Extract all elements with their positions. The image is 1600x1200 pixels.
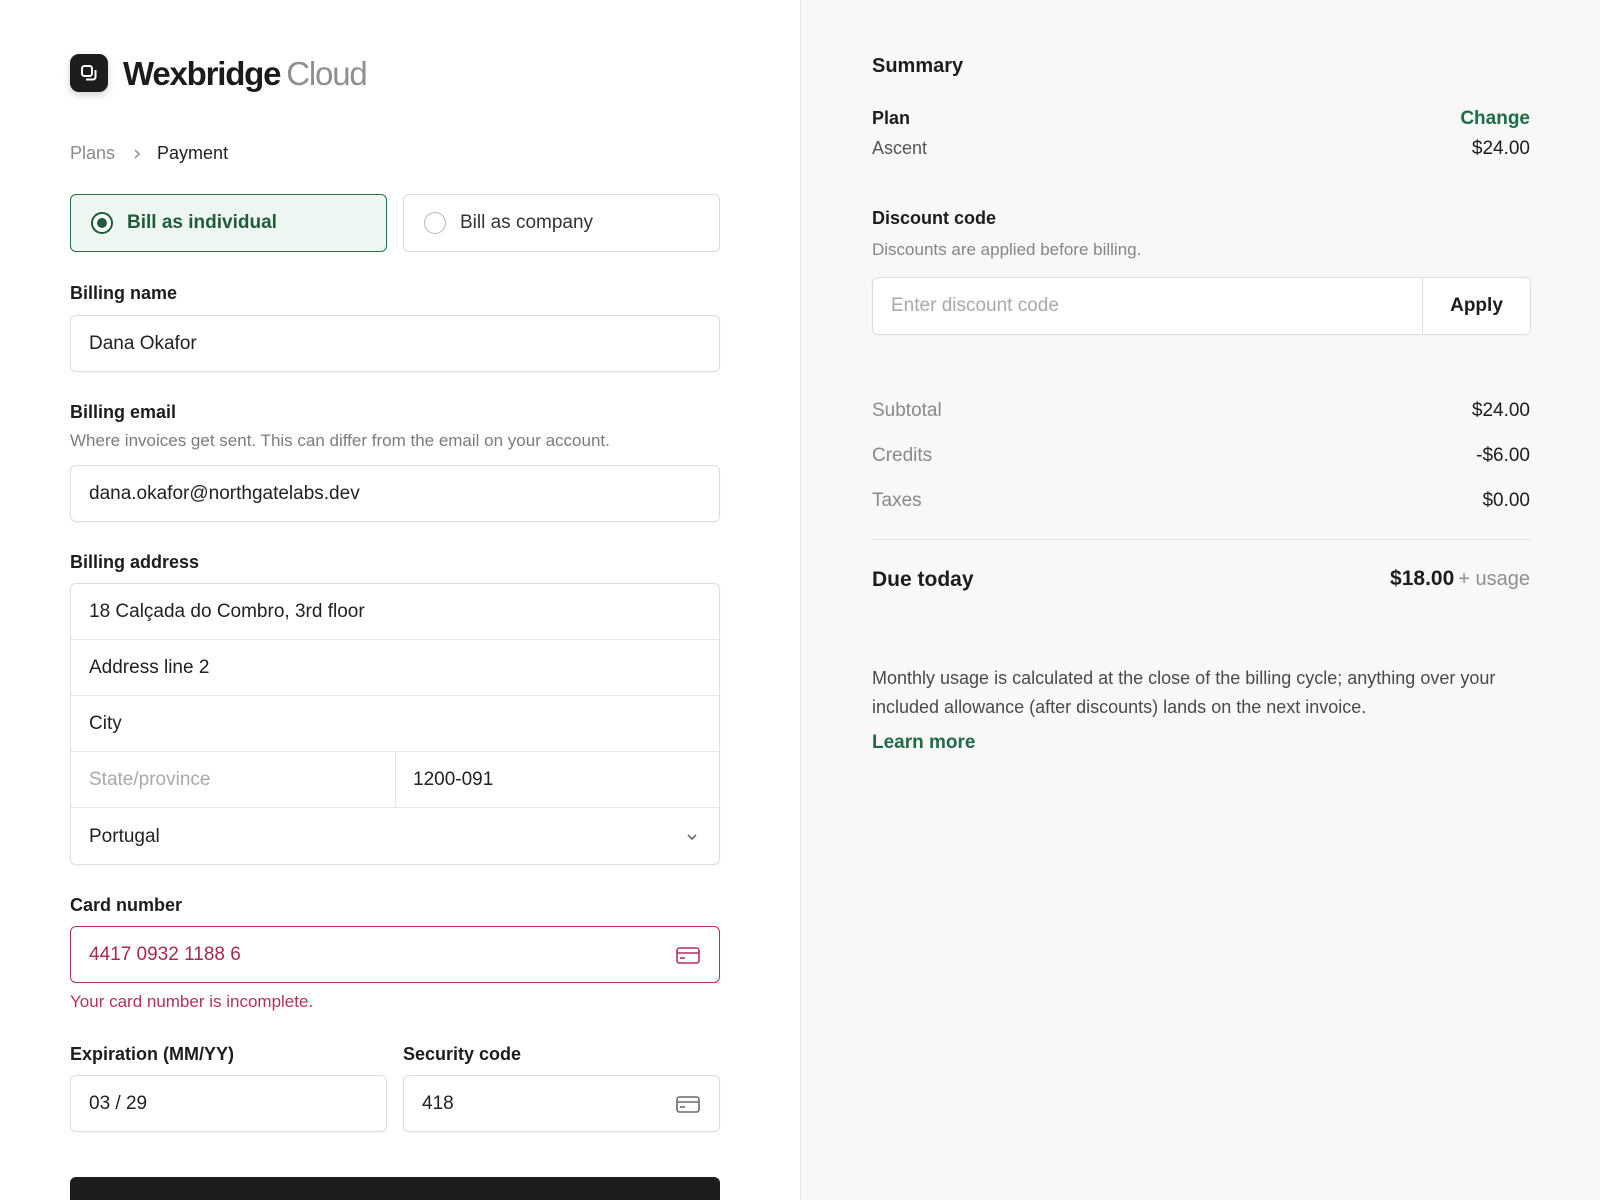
learn-more-link[interactable]: Learn more: [872, 732, 975, 754]
due-today-label: Due today: [872, 568, 974, 591]
radio-unselected-icon: [424, 212, 446, 234]
billing-address-group: 18 Calçada do Combro, 3rd floor Address …: [70, 583, 720, 865]
city-input[interactable]: City: [71, 696, 719, 752]
expiration-input[interactable]: 03 / 29: [70, 1075, 387, 1132]
credit-card-icon: [676, 946, 700, 964]
card-number-error: Your card number is incomplete.: [70, 992, 314, 1011]
submit-payment-button[interactable]: [70, 1177, 720, 1200]
plan-name: Ascent: [872, 138, 928, 158]
brand-name: Wexbridge: [123, 54, 281, 92]
state-postal-row: State/province 1200-091: [71, 752, 719, 808]
summary-divider: [872, 539, 1531, 540]
plan-price: $24.00: [1471, 138, 1530, 159]
breadcrumb-plans-link[interactable]: Plans: [70, 143, 115, 164]
postal-code-input[interactable]: 1200-091: [395, 752, 719, 807]
due-today-amount: $18.00 + usage: [1390, 567, 1530, 591]
breadcrumb-current: Payment: [157, 143, 229, 163]
country-select[interactable]: Portugal: [71, 808, 719, 864]
taxes-label: Taxes: [872, 490, 922, 511]
state-province-input[interactable]: State/province: [71, 752, 395, 807]
chevron-right-icon: [131, 148, 143, 160]
apply-discount-button[interactable]: Apply: [1422, 278, 1530, 334]
security-code-label: Security code: [403, 1044, 522, 1064]
bill-as-company-label: Bill as company: [460, 212, 594, 233]
card-number-value: 4417 0932 1188 6: [89, 943, 241, 965]
address-line1-input[interactable]: 18 Calçada do Combro, 3rd floor: [71, 584, 719, 640]
due-today-suffix: + usage: [1458, 568, 1530, 590]
stacked-squares-icon: [70, 54, 108, 92]
summary-panel: Summary Plan Ascent Change $24.00 Discou…: [800, 0, 1600, 1200]
discount-code-help: Discounts are applied before billing.: [872, 240, 1142, 259]
bill-as-individual-option[interactable]: Bill as individual: [70, 194, 387, 252]
discount-code-input[interactable]: Enter discount code: [873, 278, 1423, 334]
radio-selected-icon: [91, 212, 113, 234]
subtotal-label: Subtotal: [872, 400, 942, 421]
plan-label: Plan: [872, 108, 911, 128]
billing-address-label: Billing address: [70, 552, 200, 572]
country-value: Portugal: [89, 826, 160, 847]
discount-code-group: Enter discount code Apply: [872, 277, 1531, 335]
brand-suffix: Cloud: [286, 54, 367, 92]
billing-email-label: Billing email: [70, 402, 177, 422]
chevron-down-icon: [687, 834, 697, 841]
credits-label: Credits: [872, 445, 933, 466]
security-code-input[interactable]: 418: [403, 1075, 720, 1132]
payment-form-panel: Wexbridge Cloud Plans Payment Bill as ind…: [0, 0, 800, 1200]
security-code-value: 418: [422, 1092, 454, 1114]
change-plan-link[interactable]: Change: [1460, 108, 1530, 130]
billing-name-label: Billing name: [70, 283, 178, 303]
billing-name-input[interactable]: Dana Okafor: [70, 315, 720, 372]
brand-wordmark: Wexbridge Cloud: [123, 54, 368, 92]
billing-email-input[interactable]: dana.okafor@northgatelabs.dev: [70, 465, 720, 522]
card-back-icon: [676, 1095, 700, 1113]
breadcrumb: Plans Payment: [70, 143, 228, 164]
subtotal-value: $24.00: [1471, 400, 1530, 421]
card-number-input[interactable]: 4417 0932 1188 6: [70, 926, 720, 983]
payment-page: Wexbridge Cloud Plans Payment Bill as ind…: [0, 0, 1600, 1200]
brand-header[interactable]: Wexbridge Cloud: [70, 54, 368, 92]
expiration-label: Expiration (MM/YY): [70, 1044, 235, 1064]
billing-email-help: Where invoices get sent. This can differ…: [70, 431, 610, 450]
taxes-value: $0.00: [1482, 490, 1530, 511]
bill-as-company-option[interactable]: Bill as company: [403, 194, 720, 252]
due-today-value: $18.00: [1390, 567, 1455, 590]
summary-title: Summary: [872, 55, 964, 77]
discount-code-label: Discount code: [872, 208, 997, 228]
address-line2-input[interactable]: Address line 2: [71, 640, 719, 696]
bill-as-individual-label: Bill as individual: [127, 212, 277, 233]
usage-note: Monthly usage is calculated at the close…: [872, 668, 1496, 717]
card-number-label: Card number: [70, 895, 183, 915]
credits-value: -$6.00: [1476, 445, 1530, 466]
